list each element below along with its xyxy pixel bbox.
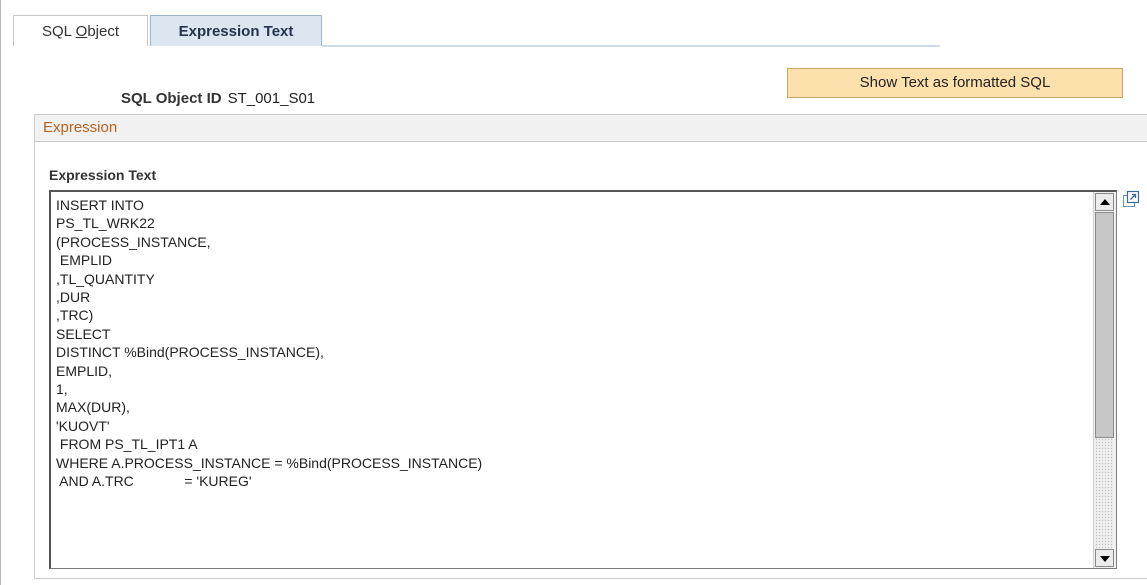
scroll-down-button[interactable] [1095, 549, 1114, 567]
scroll-down-arrow-icon [1100, 556, 1110, 562]
tab-sql-object-prefix: SQL [42, 23, 76, 40]
expression-line: 1, [56, 381, 68, 398]
expression-line: EMPLID [56, 252, 113, 269]
tab-bar: SQL Object Expression Text [0, 0, 1147, 48]
tab-sql-object-accesskey: O [75, 23, 88, 40]
expand-icon[interactable] [1122, 190, 1140, 208]
expression-line: DISTINCT %Bind(PROCESS_INSTANCE), [56, 344, 324, 361]
sql-object-id-row: SQL Object ID ST_001_S01 [121, 90, 315, 107]
show-formatted-sql-button[interactable]: Show Text as formatted SQL [787, 68, 1123, 98]
expression-line: ,TL_QUANTITY [56, 270, 155, 287]
expression-line: EMPLID, [56, 362, 113, 379]
scrollbar-thumb[interactable] [1095, 212, 1114, 438]
scroll-up-button[interactable] [1095, 193, 1114, 211]
expression-line: ,DUR [56, 289, 91, 306]
expression-line: AND A.TRC = 'KUREG' [56, 473, 252, 490]
expression-text-label: Expression Text [49, 167, 157, 183]
expression-line: ,TRC) [56, 307, 94, 324]
tab-expression-text[interactable]: Expression Text [150, 15, 322, 46]
expression-group-header: Expression [34, 114, 1147, 142]
expression-line: WHERE A.PROCESS_INSTANCE = %Bind(PROCESS… [56, 454, 483, 471]
tab-sql-object[interactable]: SQL Object [13, 15, 148, 46]
scrollbar-track[interactable] [1095, 438, 1114, 548]
sql-object-id-label: SQL Object ID [121, 90, 222, 107]
expression-line: (PROCESS_INSTANCE, [56, 233, 211, 250]
expression-line: SELECT [56, 325, 111, 342]
tab-underline [322, 45, 940, 47]
expression-line: INSERT INTO [56, 197, 144, 213]
vertical-scrollbar[interactable] [1093, 192, 1116, 568]
expression-line: MAX(DUR), [56, 399, 130, 416]
expression-text-content: INSERT INTO PS_TL_WRK22 (PROCESS_INSTANCE,… [56, 196, 482, 491]
scroll-up-arrow-icon [1100, 199, 1110, 205]
expression-group-title: Expression [43, 119, 118, 136]
tab-expression-text-label: Expression Text [178, 23, 294, 40]
page-left-border [0, 0, 1, 585]
sql-object-id-value: ST_001_S01 [227, 90, 316, 107]
tab-sql-object-suffix: bject [87, 23, 119, 40]
expression-textarea[interactable]: INSERT INTO PS_TL_WRK22 (PROCESS_INSTANCE,… [49, 190, 1117, 569]
expression-line: 'KUOVT' [56, 417, 110, 434]
expression-line: PS_TL_WRK22 [56, 215, 155, 232]
expression-line: FROM PS_TL_IPT1 A [56, 436, 198, 453]
